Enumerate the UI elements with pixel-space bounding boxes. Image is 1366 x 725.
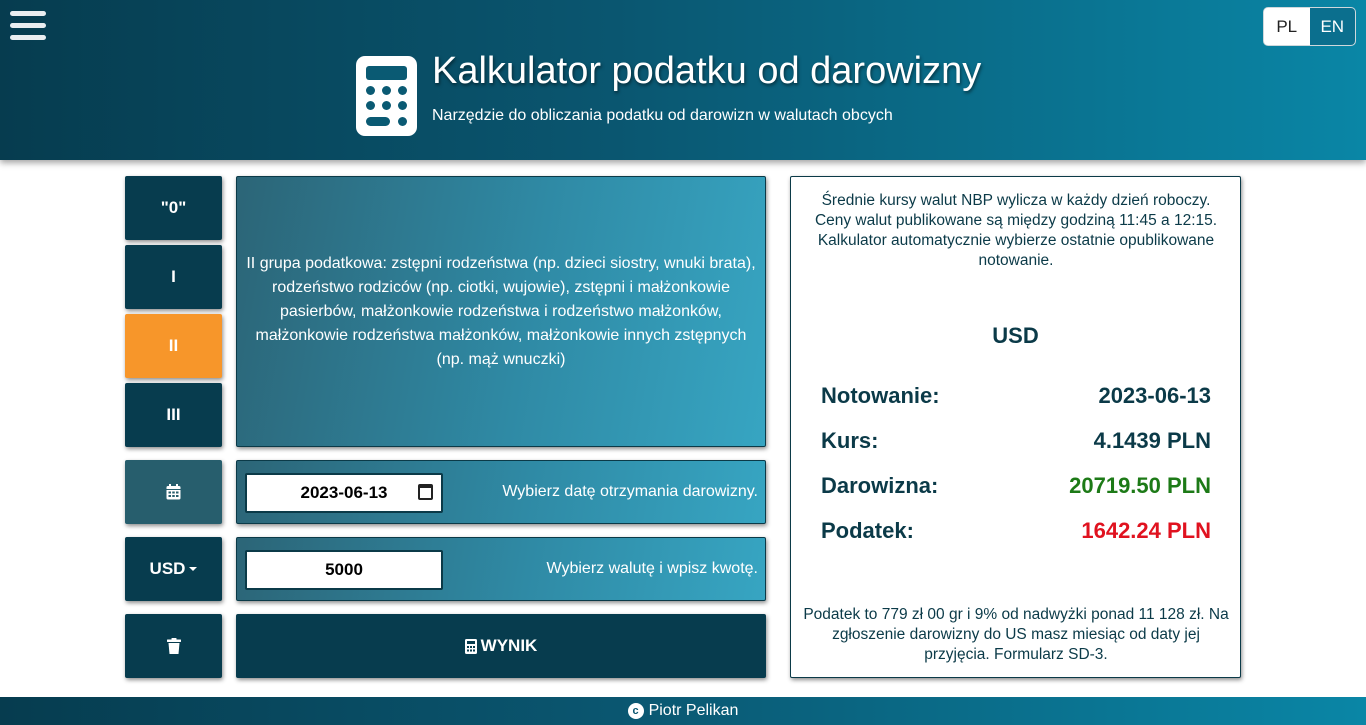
copyright-icon: c	[627, 703, 644, 719]
currency-dropdown[interactable]: USD	[125, 537, 222, 601]
calculate-button[interactable]: WYNIK	[236, 614, 766, 678]
result-value: 2023-06-13	[1098, 383, 1211, 408]
date-hint: Wybierz datę otrzymania darowizny.	[502, 483, 758, 500]
page-title: Kalkulator podatku od darowizny	[432, 50, 982, 92]
result-currency: USD	[992, 323, 1039, 348]
footer: c Piotr Pelikan	[0, 697, 1366, 725]
rates-note: Średnie kursy walut NBP wylicza w każdy …	[814, 192, 1218, 269]
result-row-tax: Podatek: 1642.24 PLN	[821, 518, 1211, 544]
result-label: Darowizna:	[821, 473, 939, 498]
calculator-icon	[464, 638, 477, 654]
result-panel: Średnie kursy walut NBP wylicza w każdy …	[790, 176, 1241, 678]
currency-dropdown-label: USD	[149, 559, 186, 578]
footer-author: Piotr Pelikan	[648, 702, 739, 719]
result-row-rate: Kurs: 4.1439 PLN	[821, 428, 1211, 454]
trash-icon	[166, 638, 181, 654]
date-row: Wybierz datę otrzymania darowizny.	[236, 460, 766, 524]
result-value: 1642.24 PLN	[1081, 518, 1211, 543]
language-en-button[interactable]: EN	[1309, 8, 1355, 45]
language-switch: PL EN	[1263, 7, 1356, 46]
tax-group-3-button[interactable]: III	[125, 383, 222, 447]
caret-down-icon	[189, 567, 198, 571]
clear-button[interactable]	[125, 614, 222, 678]
result-row-date: Notowanie: 2023-06-13	[821, 383, 1211, 409]
tax-group-description-text: II grupa podatkowa: zstępni rodzeństwa (…	[246, 254, 756, 368]
result-value: 4.1439 PLN	[1093, 428, 1211, 453]
header: PL EN Kalkulator podatku od darowizny Na…	[0, 0, 1366, 160]
tax-note: Podatek to 779 zł 00 gr i 9% od nadwyżki…	[803, 606, 1229, 663]
amount-row: Wybierz walutę i wpisz kwotę.	[236, 537, 766, 601]
tax-group-2-button[interactable]: II	[125, 314, 222, 378]
page-subtitle: Narzędzie do obliczania podatku od darow…	[432, 107, 893, 124]
date-input[interactable]	[245, 473, 443, 513]
tax-group-description: II grupa podatkowa: zstępni rodzeństwa (…	[236, 176, 766, 447]
menu-icon[interactable]	[10, 11, 46, 45]
calculator-icon	[356, 56, 417, 136]
calendar-icon	[125, 460, 222, 524]
language-pl-button[interactable]: PL	[1264, 8, 1310, 45]
result-label: Notowanie:	[821, 383, 940, 408]
calculate-button-label: WYNIK	[480, 636, 538, 655]
result-value: 20719.50 PLN	[1069, 473, 1211, 498]
tax-group-0-button[interactable]: "0"	[125, 176, 222, 240]
tax-group-1-button[interactable]: I	[125, 245, 222, 309]
amount-input[interactable]	[245, 550, 443, 590]
result-row-donation: Darowizna: 20719.50 PLN	[821, 473, 1211, 499]
result-label: Kurs:	[821, 428, 879, 453]
amount-hint: Wybierz walutę i wpisz kwotę.	[546, 560, 758, 577]
result-label: Podatek:	[821, 518, 914, 543]
